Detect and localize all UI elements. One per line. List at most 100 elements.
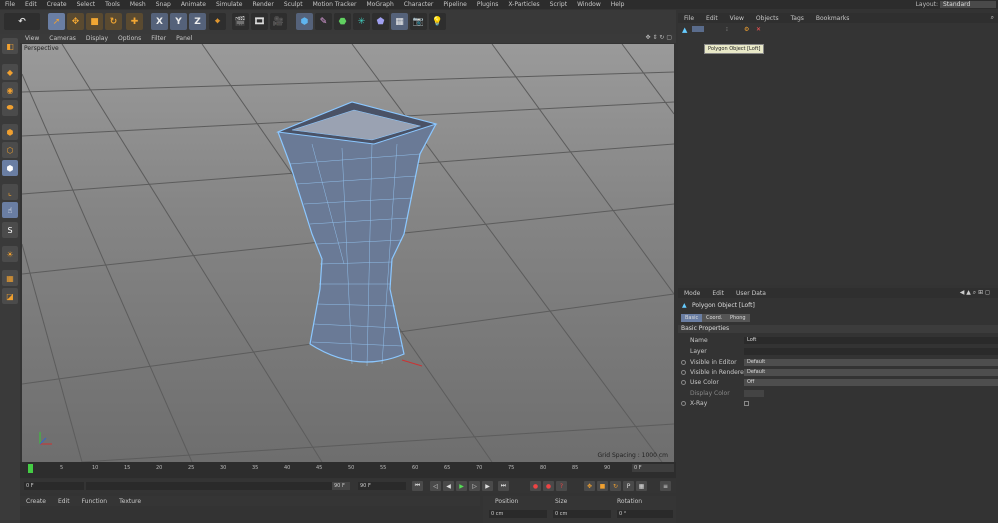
visible-in-renderer-select[interactable]: Default xyxy=(744,369,998,376)
vp-menu-options[interactable]: Options xyxy=(113,35,146,42)
start-frame-field[interactable]: 0 F xyxy=(24,482,84,490)
visibility-dots-icon[interactable]: ⁝ xyxy=(726,26,728,33)
menu-file[interactable]: File xyxy=(0,0,20,9)
polygons-mode-button[interactable]: ⬢ xyxy=(2,160,18,176)
menu-create[interactable]: Create xyxy=(42,0,72,9)
search-icon[interactable]: ⌕ xyxy=(991,14,994,22)
snap-button[interactable]: S xyxy=(2,222,18,238)
workplane-mode-button[interactable]: ⬬ xyxy=(2,100,18,116)
animation-dot-icon[interactable] xyxy=(681,401,686,406)
array-button[interactable]: ✳ xyxy=(353,13,370,30)
goto-end-button[interactable]: ⏭ xyxy=(498,481,509,491)
coordinate-system-button[interactable]: ⌖ xyxy=(209,13,226,30)
vp-menu-view[interactable]: View xyxy=(20,35,44,42)
menu-plugins[interactable]: Plugins xyxy=(472,0,504,9)
tab-basic[interactable]: Basic xyxy=(681,314,703,322)
mat-menu-edit[interactable]: Edit xyxy=(52,498,76,505)
tab-phong[interactable]: Phong xyxy=(726,314,750,322)
phong-tag-icon[interactable]: ⚙ xyxy=(744,26,749,33)
scale-tool-button[interactable]: ■ xyxy=(86,13,103,30)
timeline-menu-button[interactable]: ≡ xyxy=(660,481,671,491)
menu-snap[interactable]: Snap xyxy=(151,0,176,9)
enable-axis-button[interactable]: ⌞ xyxy=(2,184,18,200)
goto-start-button[interactable]: ⏮ xyxy=(412,481,423,491)
menu-window[interactable]: Window xyxy=(572,0,606,9)
vp-menu-display[interactable]: Display xyxy=(81,35,113,42)
frame-range-slider[interactable] xyxy=(86,482,348,490)
record-button[interactable]: ● xyxy=(530,481,541,491)
animation-dot-icon[interactable] xyxy=(681,370,686,375)
attr-menu-user-data[interactable]: User Data xyxy=(730,290,772,297)
use-color-select[interactable]: Off xyxy=(744,379,998,386)
attr-menu-edit[interactable]: Edit xyxy=(706,290,730,297)
menu-sculpt[interactable]: Sculpt xyxy=(279,0,308,9)
visible-in-editor-select[interactable]: Default xyxy=(744,359,998,366)
tweak-mode-button[interactable]: ☝ xyxy=(2,202,18,218)
pen-spline-button[interactable]: ✎ xyxy=(315,13,332,30)
light-button[interactable]: 💡 xyxy=(429,13,446,30)
edges-mode-button[interactable]: ⬡ xyxy=(2,142,18,158)
animation-dot-icon[interactable] xyxy=(681,380,686,385)
key-position-button[interactable]: ✥ xyxy=(584,481,595,491)
solo-button[interactable]: ☀ xyxy=(2,246,18,262)
menu-x-particles[interactable]: X-Particles xyxy=(503,0,544,9)
tab-coord[interactable]: Coord. xyxy=(702,314,727,322)
obj-menu-file[interactable]: File xyxy=(678,15,700,22)
size-x-field[interactable]: 0 cm xyxy=(553,510,611,518)
vp-menu-cameras[interactable]: Cameras xyxy=(44,35,81,42)
obj-menu-edit[interactable]: Edit xyxy=(700,15,724,22)
key-rotation-button[interactable]: ↻ xyxy=(610,481,621,491)
render-picture-viewer-button[interactable]: 🎞 xyxy=(251,13,268,30)
z-axis-button[interactable]: Z xyxy=(189,13,206,30)
planar-workplane-button[interactable]: ◪ xyxy=(2,288,18,304)
position-x-field[interactable]: 0 cm xyxy=(489,510,547,518)
move-tool-button[interactable]: ✥ xyxy=(67,13,84,30)
obj-menu-view[interactable]: View xyxy=(724,15,750,22)
next-key-button[interactable]: ▶ xyxy=(482,481,493,491)
menu-simulate[interactable]: Simulate xyxy=(211,0,248,9)
play-button[interactable]: ▶ xyxy=(456,481,467,491)
live-selection-button[interactable]: ➚ xyxy=(48,13,65,30)
make-editable-button[interactable]: ◧ xyxy=(2,38,18,54)
keyframe-selection-button[interactable]: ? xyxy=(556,481,567,491)
playhead[interactable] xyxy=(28,464,33,473)
render-view-button[interactable]: 🎬 xyxy=(232,13,249,30)
obj-menu-objects[interactable]: Objects xyxy=(750,15,785,22)
viewport-navigation-icons[interactable]: ✥ ⇕ ↻ ▢ xyxy=(646,34,672,41)
attr-menu-mode[interactable]: Mode xyxy=(678,290,706,297)
menu-tools[interactable]: Tools xyxy=(100,0,125,9)
y-axis-button[interactable]: Y xyxy=(170,13,187,30)
obj-menu-bookmarks[interactable]: Bookmarks xyxy=(810,15,856,22)
mat-menu-function[interactable]: Function xyxy=(76,498,114,505)
floor-button[interactable]: ▦ xyxy=(391,13,408,30)
vp-menu-panel[interactable]: Panel xyxy=(171,35,197,42)
end-frame-field[interactable]: 90 F xyxy=(358,482,406,490)
attr-nav-icons[interactable]: ◀ ▲ ⌕ ⊞ ◻ xyxy=(960,289,990,297)
undo-button[interactable]: ↶ xyxy=(4,13,40,30)
menu-pipeline[interactable]: Pipeline xyxy=(438,0,471,9)
perspective-viewport[interactable]: Perspective Grid Spacing : 1000 cm xyxy=(22,44,674,462)
menu-help[interactable]: Help xyxy=(606,0,630,9)
range-end-handle[interactable]: 90 F xyxy=(332,482,350,490)
menu-render[interactable]: Render xyxy=(247,0,278,9)
object-list[interactable]: ▲ ⁝ ⚙ ✕ Polygon Object [Loft] xyxy=(678,23,998,285)
next-frame-button[interactable]: ▷ xyxy=(469,481,480,491)
mat-menu-texture[interactable]: Texture xyxy=(113,498,147,505)
autokey-button[interactable]: ● xyxy=(543,481,554,491)
menu-edit[interactable]: Edit xyxy=(20,0,42,9)
menu-motion-tracker[interactable]: Motion Tracker xyxy=(308,0,362,9)
display-color-swatch[interactable] xyxy=(744,390,764,397)
prev-frame-button[interactable]: ◀ xyxy=(443,481,454,491)
xray-checkbox[interactable] xyxy=(744,401,749,406)
menu-script[interactable]: Script xyxy=(545,0,572,9)
cube-object-button[interactable]: ⬢ xyxy=(296,13,313,30)
object-name-row[interactable] xyxy=(692,26,704,32)
points-mode-button[interactable]: ⬢ xyxy=(2,124,18,140)
menu-select[interactable]: Select xyxy=(72,0,101,9)
polygon-object-icon[interactable]: ▲ xyxy=(682,26,687,34)
mat-menu-create[interactable]: Create xyxy=(20,498,52,505)
vp-menu-filter[interactable]: Filter xyxy=(146,35,171,42)
menu-mograph[interactable]: MoGraph xyxy=(362,0,399,9)
timeline-ruler[interactable]: 0 5 10 15 20 25 30 35 40 45 50 55 60 65 … xyxy=(28,464,666,473)
rotate-tool-button[interactable]: ↻ xyxy=(105,13,122,30)
